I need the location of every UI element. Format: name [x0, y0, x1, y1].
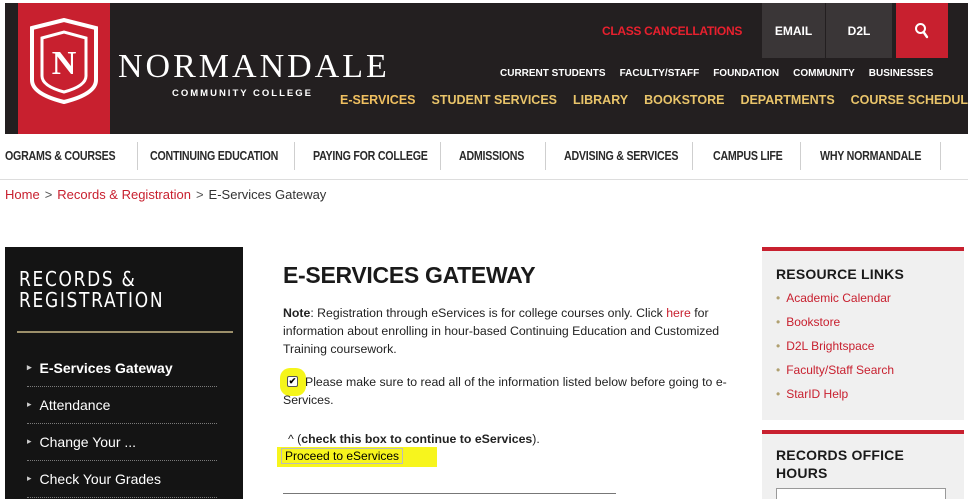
resource-links-box: RESOURCE LINKS • Academic Calendar • Books… — [762, 247, 964, 420]
d2l-button[interactable]: D2L — [826, 3, 892, 58]
proceed-to-eservices-button[interactable]: Proceed to eServices — [281, 448, 404, 464]
breadcrumb-records-registration[interactable]: Records & Registration — [57, 187, 191, 202]
page-title: E-SERVICES GATEWAY — [283, 262, 536, 288]
breadcrumb-home[interactable]: Home — [5, 187, 40, 202]
search-icon — [915, 22, 929, 38]
quick-nav: E-SERVICES STUDENT SERVICES LIBRARY BOOK… — [340, 93, 968, 107]
records-office-hours-box: RECORDS OFFICE HOURS — [762, 430, 964, 499]
bullet-icon: • — [776, 291, 781, 305]
audience-link-businesses[interactable]: BUSINESSES — [869, 68, 933, 79]
quicknav-student-services[interactable]: STUDENT SERVICES — [432, 93, 558, 107]
resource-link-label: Faculty/Staff Search — [786, 363, 895, 377]
quicknav-bookstore[interactable]: BOOKSTORE — [644, 93, 724, 107]
nav-campus-life[interactable]: CAMPUS LIFE — [713, 148, 783, 163]
brand-subtitle: COMMUNITY COLLEGE — [172, 88, 313, 99]
audience-nav: CURRENT STUDENTS FACULTY/STAFF FOUNDATIO… — [500, 68, 947, 79]
chevron-right-icon: ▸ — [27, 436, 32, 446]
search-button[interactable] — [896, 3, 948, 58]
sidebar-item-label: Check Your Grades — [39, 470, 161, 487]
site-header: N Normandale COMMUNITY COLLEGE CLASS CAN… — [0, 0, 968, 134]
nav-divider — [440, 142, 441, 170]
sidebar-item-attendance[interactable]: ▸ Attendance — [27, 386, 217, 424]
audience-link-current-students[interactable]: CURRENT STUDENTS — [500, 68, 606, 79]
quicknav-course-schedules[interactable]: COURSE SCHEDULES — [851, 93, 968, 107]
nav-divider — [137, 142, 138, 170]
email-button[interactable]: EMAIL — [762, 3, 825, 58]
nav-programs-courses[interactable]: OGRAMS & COURSES — [5, 148, 116, 163]
nav-paying-for-college[interactable]: PAYING FOR COLLEGE — [313, 148, 428, 163]
bullet-icon: • — [776, 363, 781, 377]
resource-link-starid-help[interactable]: • StarID Help — [776, 386, 894, 410]
nav-admissions[interactable]: ADMISSIONS — [459, 148, 524, 163]
breadcrumb: Home > Records & Registration > E-Services G… — [5, 187, 326, 202]
hours-panel — [776, 488, 946, 499]
sidebar-item-label: Change Your ... — [39, 433, 137, 450]
sidebar-item-label: E-Services Gateway — [39, 359, 173, 376]
note-text-1: : Registration through eServices is for … — [310, 306, 667, 320]
resource-links-title: RESOURCE LINKS — [776, 266, 905, 282]
sidebar-item-check-your-grades[interactable]: ▸ Check Your Grades — [27, 460, 217, 498]
bullet-icon: • — [776, 387, 781, 401]
brand-name: Normandale — [118, 48, 390, 85]
content-divider — [283, 493, 616, 494]
nav-divider — [800, 142, 801, 170]
nav-why-normandale[interactable]: WHY NORMANDALE — [820, 148, 921, 163]
bullet-icon: • — [776, 339, 781, 353]
audience-link-foundation[interactable]: FOUNDATION — [713, 68, 779, 79]
quicknav-departments[interactable]: DEPARTMENTS — [740, 93, 834, 107]
continuing-education-link[interactable]: here — [666, 306, 691, 320]
resource-link-d2l-brightspace[interactable]: • D2L Brightspace — [776, 338, 894, 362]
sidebar-title-line2: REGISTRATION — [19, 288, 165, 312]
hint-caret: ^ ( — [288, 432, 302, 446]
resource-link-label: Academic Calendar — [786, 291, 891, 305]
resource-links-list: • Academic Calendar • Bookstore • D2L Brigh… — [776, 290, 894, 410]
quicknav-e-services[interactable]: E-SERVICES — [340, 93, 416, 107]
sidebar-title-line1: RECORDS & — [19, 267, 137, 291]
chevron-right-icon: ▸ — [27, 362, 32, 372]
breadcrumb-separator: > — [195, 187, 204, 202]
sidebar-item-e-services-gateway[interactable]: ▸ E-Services Gateway — [27, 349, 217, 387]
checkbox-hint: ^ (check this box to continue to eServic… — [288, 432, 540, 446]
chevron-right-icon: ▸ — [27, 399, 32, 409]
svg-text:N: N — [52, 45, 77, 82]
acknowledge-row: ✔ Please make sure to read all of the in… — [280, 368, 753, 409]
breadcrumb-current: E-Services Gateway — [208, 187, 327, 202]
nav-continuing-education[interactable]: CONTINUING EDUCATION — [150, 148, 278, 163]
sidebar-divider — [17, 331, 233, 333]
registration-note: Note: Registration through eServices is … — [283, 304, 753, 358]
resource-link-faculty-staff-search[interactable]: • Faculty/Staff Search — [776, 362, 894, 386]
bullet-icon: • — [776, 315, 781, 329]
records-office-hours-title: RECORDS OFFICE HOURS — [776, 447, 905, 481]
section-sidebar: RECORDS & REGISTRATION ▸ E-Services Gate… — [5, 247, 243, 499]
acknowledge-label[interactable]: Please make sure to read all of the info… — [283, 373, 753, 409]
sidebar-item-label: Attendance — [39, 396, 111, 413]
quicknav-library[interactable]: LIBRARY — [573, 93, 628, 107]
resource-link-label: Bookstore — [786, 315, 841, 329]
nav-divider — [545, 142, 546, 170]
note-label: Note — [283, 306, 311, 320]
nav-divider — [294, 142, 295, 170]
resource-link-bookstore[interactable]: • Bookstore — [776, 314, 894, 338]
normandale-logo-icon[interactable]: N — [28, 18, 100, 104]
audience-link-faculty-staff[interactable]: FACULTY/STAFF — [620, 68, 700, 79]
nav-divider — [692, 142, 693, 170]
hint-bold: check this box to continue to eServices — [301, 432, 533, 446]
main-nav: OGRAMS & COURSES CONTINUING EDUCATION PA… — [0, 134, 968, 180]
breadcrumb-separator: > — [44, 187, 53, 202]
sidebar-title: RECORDS & REGISTRATION — [19, 269, 164, 311]
nav-advising-services[interactable]: ADVISING & SERVICES — [564, 148, 678, 163]
resource-link-label: StarID Help — [786, 387, 849, 401]
brand-wordmark[interactable]: Normandale — [118, 50, 390, 84]
resource-link-academic-calendar[interactable]: • Academic Calendar — [776, 290, 894, 314]
sidebar-item-change-your[interactable]: ▸ Change Your ... — [27, 423, 217, 461]
audience-link-community[interactable]: COMMUNITY — [793, 68, 855, 79]
main-content: E-SERVICES GATEWAY Note: Registration th… — [277, 262, 753, 494]
class-cancellations-link[interactable]: CLASS CANCELLATIONS — [592, 3, 752, 58]
nav-divider — [940, 142, 941, 170]
hint-end: ). — [532, 432, 540, 446]
resource-link-label: D2L Brightspace — [786, 339, 875, 353]
chevron-right-icon: ▸ — [27, 473, 32, 483]
